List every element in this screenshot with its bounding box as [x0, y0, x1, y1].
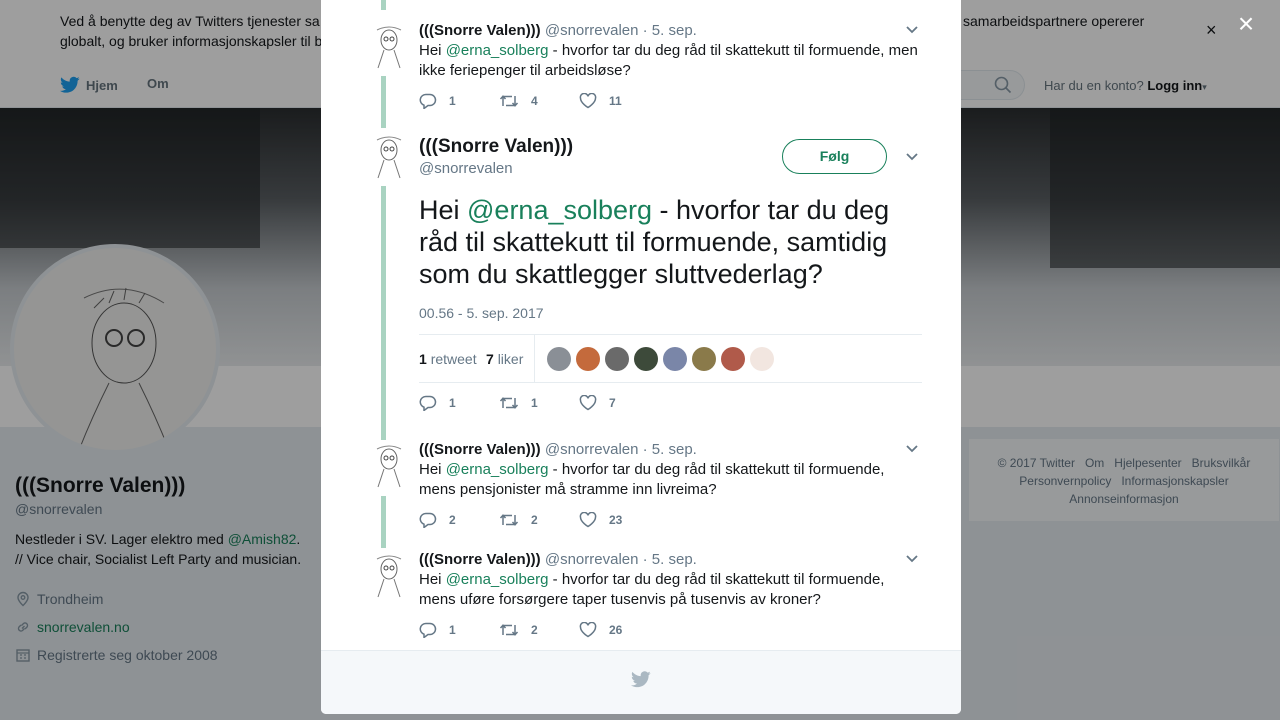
heart-icon [579, 93, 597, 109]
liker-avatar[interactable] [663, 347, 687, 371]
retweet-count: 4 [531, 94, 538, 108]
like-button[interactable]: 26 [579, 622, 659, 638]
tweet-permalink-modal: (((Snorre Valen))) @snorrevalen · 5. sep… [321, 0, 961, 714]
like-count: 23 [609, 513, 623, 527]
reply-button[interactable]: 1 [419, 622, 499, 638]
tweet-author-name[interactable]: (((Snorre Valen))) [419, 22, 541, 39]
twitter-bird-icon [631, 671, 651, 688]
like-count: 26 [609, 623, 623, 637]
retweet-count: 1 [531, 396, 538, 410]
retweet-icon [499, 514, 519, 526]
retweet-button[interactable]: 2 [499, 512, 579, 528]
tweet-avatar[interactable] [369, 441, 407, 489]
tweet-author-handle[interactable]: @snorrevalen [419, 160, 513, 177]
heart-icon [579, 512, 597, 528]
tweet-stats: 1 retweet 7 liker [419, 334, 922, 383]
tweet-avatar[interactable] [369, 22, 407, 70]
chevron-down-icon[interactable] [905, 554, 919, 564]
retweet-icon [499, 397, 519, 409]
chevron-down-icon[interactable] [905, 152, 919, 162]
liker-avatar[interactable] [605, 347, 629, 371]
tweet-author-handle[interactable]: @snorrevalen [545, 22, 639, 39]
mention-link[interactable]: @erna_solberg [446, 42, 549, 59]
retweet-icon [499, 95, 519, 107]
reply-count: 1 [449, 623, 456, 637]
reply-count: 1 [449, 94, 456, 108]
retweet-button[interactable]: 1 [499, 395, 579, 411]
tweet-text: Hei @erna_solberg - hvorfor tar du deg r… [419, 41, 919, 81]
tweet-text: Hei @erna_solberg - hvorfor tar du deg r… [419, 460, 919, 500]
tweet-author-name[interactable]: (((Snorre Valen))) [419, 136, 573, 158]
tweet-date[interactable]: · 5. sep. [643, 551, 697, 568]
reply-button[interactable]: 2 [419, 512, 499, 528]
modal-footer [321, 650, 961, 714]
like-stat-label: liker [497, 351, 524, 367]
like-count: 11 [609, 94, 622, 108]
follow-button[interactable]: Følg [782, 139, 887, 174]
retweet-count: 2 [531, 513, 538, 527]
tweet-timestamp[interactable]: 00.56 - 5. sep. 2017 [419, 305, 544, 321]
tweet-actions: 1 2 26 [419, 622, 659, 638]
liker-avatar[interactable] [634, 347, 658, 371]
reply-icon [419, 512, 437, 528]
retweet-button[interactable]: 4 [499, 93, 579, 109]
liker-avatar[interactable] [721, 347, 745, 371]
like-stat-count: 7 [486, 351, 494, 367]
tweet-text-start: Hei [419, 461, 446, 478]
liker-avatar[interactable] [692, 347, 716, 371]
chevron-down-icon[interactable] [905, 25, 919, 35]
mention-link[interactable]: @erna_solberg [446, 461, 549, 478]
liker-avatar[interactable] [547, 347, 571, 371]
tweet-author-name[interactable]: (((Snorre Valen))) [419, 441, 541, 458]
stats-divider [534, 335, 535, 382]
thread-line [381, 496, 386, 548]
thread-line [381, 0, 386, 10]
retweet-stat-count: 1 [419, 351, 427, 367]
tweet-avatar[interactable] [369, 551, 407, 599]
thread-line [381, 186, 386, 440]
tweet-actions: 2 2 23 [419, 512, 659, 528]
retweet-count: 2 [531, 623, 538, 637]
like-stat[interactable]: 7 liker [486, 351, 523, 367]
reply-icon [419, 622, 437, 638]
mention-link[interactable]: @erna_solberg [446, 571, 549, 588]
tweet-text-start: Hei [419, 195, 468, 225]
like-count: 7 [609, 396, 616, 410]
liker-avatar[interactable] [750, 347, 774, 371]
tweet-author-handle[interactable]: @snorrevalen [545, 551, 639, 568]
tweet-text: Hei @erna_solberg - hvorfor tar du deg r… [419, 570, 919, 610]
reply-button[interactable]: 1 [419, 395, 499, 411]
like-button[interactable]: 11 [579, 93, 659, 109]
chevron-down-icon[interactable] [905, 444, 919, 454]
like-button[interactable]: 23 [579, 512, 659, 528]
liker-avatar[interactable] [576, 347, 600, 371]
tweet-text-start: Hei [419, 42, 446, 59]
tweet-date[interactable]: · 5. sep. [643, 441, 697, 458]
reply-count: 1 [449, 396, 456, 410]
reply-button[interactable]: 1 [419, 93, 499, 109]
reply-icon [419, 395, 437, 411]
liker-avatars [547, 347, 774, 371]
tweet-author-handle[interactable]: @snorrevalen [545, 441, 639, 458]
thread-line [381, 76, 386, 128]
tweet-actions: 1 1 7 [419, 395, 659, 411]
retweet-icon [499, 624, 519, 636]
heart-icon [579, 395, 597, 411]
reply-count: 2 [449, 513, 456, 527]
close-icon[interactable]: × [1234, 10, 1258, 38]
tweet-date[interactable]: · 5. sep. [643, 22, 697, 39]
retweet-button[interactable]: 2 [499, 622, 579, 638]
retweet-stat-label: retweet [430, 351, 477, 367]
reply-icon [419, 93, 437, 109]
mention-link[interactable]: @erna_solberg [467, 195, 652, 225]
like-button[interactable]: 7 [579, 395, 659, 411]
tweet-actions: 1 4 11 [419, 93, 659, 109]
tweet-text: Hei @erna_solberg - hvorfor tar du deg r… [419, 194, 919, 290]
tweet-text-start: Hei [419, 571, 446, 588]
tweet-avatar[interactable] [369, 132, 407, 180]
heart-icon [579, 622, 597, 638]
retweet-stat[interactable]: 1 retweet [419, 351, 477, 367]
tweet-author-name[interactable]: (((Snorre Valen))) [419, 551, 541, 568]
